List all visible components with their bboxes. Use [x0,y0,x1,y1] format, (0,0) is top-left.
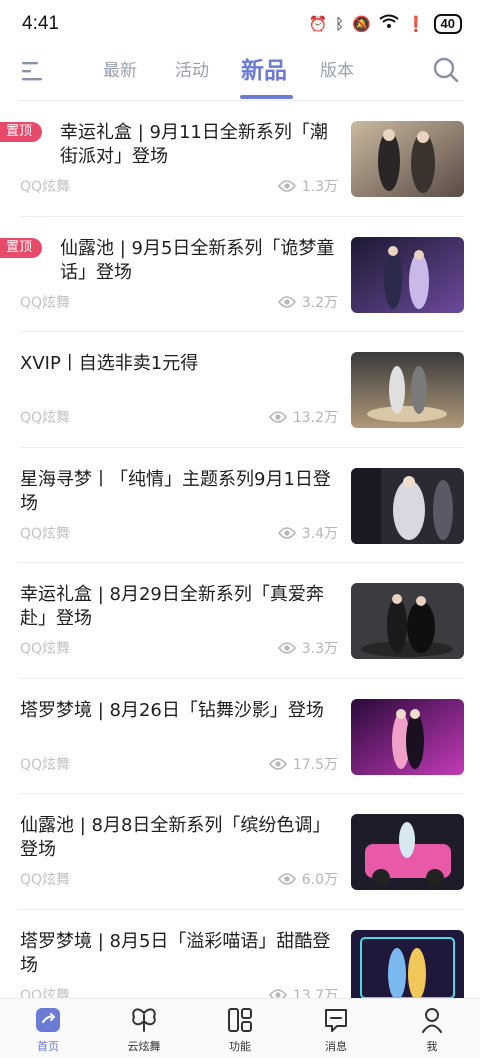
item-title: 塔罗梦境 | 8月5日「溢彩喵语」甜酷登场 [20,930,331,976]
item-title: 星海寻梦丨「纯情」主题系列9月1日登场 [20,468,331,514]
status-bar: 4:41 ⏰ ᛒ 🔕 ❗ 40 [0,0,480,48]
list-item[interactable]: 仙露池 | 8月8日全新系列「缤纷色调」登场 QQ炫舞 6.0万 [18,794,464,910]
thumbnail-image [351,814,464,890]
list-item[interactable]: 塔罗梦境 | 8月26日「钻舞沙影」登场 QQ炫舞 17.5万 [18,679,464,794]
view-count: 6.0万 [301,872,338,888]
item-source: QQ炫舞 [20,294,71,311]
nav-features-label: 功能 [229,1040,251,1053]
nav-features[interactable]: 功能 [192,999,288,1058]
message-icon [325,1009,347,1032]
news-list: 置顶 幸运礼盒 | 9月11日全新系列「潮街派对」登场 QQ炫舞 1.3万 置顶… [0,101,480,998]
eye-icon [277,295,296,308]
item-title: 塔罗梦境 | 8月26日「钻舞沙影」登场 [20,699,324,721]
item-title: 幸运礼盒 | 9月11日全新系列「潮街派对」登场 [60,122,328,167]
item-views: 17.5万 [268,754,338,774]
butterfly-icon [132,1008,156,1032]
eye-icon [277,180,296,192]
tab-version[interactable]: 版本 [320,56,354,81]
item-views: 3.4万 [277,523,338,543]
eye-icon [268,988,287,998]
thumbnail-image [351,698,464,775]
mute-icon: 🔕 [352,15,371,33]
view-count: 3.3万 [301,641,338,657]
view-count: 3.2万 [301,294,338,311]
thumbnail-image [351,352,464,428]
tab-events[interactable]: 活动 [175,56,209,81]
active-tab-indicator [240,95,293,99]
eye-icon [268,411,287,423]
nav-profile-label: 我 [426,1040,438,1053]
item-title: 仙露池 | 9月5日全新系列「诡梦童话」登场 [60,237,335,283]
item-source: QQ炫舞 [20,525,71,542]
tab-bar: 最新 活动 新品 版本 [0,48,480,100]
nav-profile[interactable]: 我 [384,999,480,1058]
battery-icon: 40 [433,14,462,34]
item-title: XVIP丨自选非卖1元得 [20,353,199,374]
item-title: 幸运礼盒 | 8月29日全新系列「真爱奔赴」登场 [20,584,324,629]
tab-new-products[interactable]: 新品 [241,51,287,85]
eye-icon [268,757,287,770]
pinned-badge: 置顶 [0,122,43,142]
list-item[interactable]: 幸运礼盒 | 8月29日全新系列「真爱奔赴」登场 QQ炫舞 3.3万 [18,563,464,679]
item-source: QQ炫舞 [20,179,71,195]
nav-messages[interactable]: 消息 [288,999,384,1058]
list-item[interactable]: 塔罗梦境 | 8月5日「溢彩喵语」甜酷登场 QQ炫舞 13.7万 [18,910,464,999]
status-time: 4:41 [22,13,59,34]
bluetooth-icon: ᛒ [335,15,345,33]
item-views: 13.7万 [268,985,338,999]
pinned-badge: 置顶 [0,237,43,258]
nav-home-label: 首页 [37,1040,59,1053]
thumbnail-image [351,929,464,998]
item-views: 13.2万 [268,407,338,427]
item-source: QQ炫舞 [20,641,71,657]
item-views: 3.2万 [277,292,338,312]
header: 最新 活动 新品 版本 [0,48,480,100]
search-icon[interactable] [432,56,460,84]
nav-home[interactable]: 首页 [0,999,96,1058]
item-views: 3.3万 [277,638,338,658]
eye-icon [277,642,296,654]
list-item[interactable]: 星海寻梦丨「纯情」主题系列9月1日登场 QQ炫舞 3.4万 [18,448,464,563]
item-source: QQ炫舞 [20,987,71,999]
list-item[interactable]: 置顶 仙露池 | 9月5日全新系列「诡梦童话」登场 QQ炫舞 3.2万 [0,217,464,332]
bottom-nav: 首页 云炫舞 功能 消息 我 [0,998,480,1058]
wifi-icon [379,14,399,34]
item-views: 6.0万 [277,869,338,889]
view-count: 3.4万 [301,525,338,542]
item-source: QQ炫舞 [20,756,71,773]
view-count: 17.5万 [292,756,338,773]
thumbnail-image [351,236,464,313]
view-count: 1.3万 [301,179,338,195]
nav-cloud-dance-label: 云炫舞 [127,1040,161,1053]
item-views: 1.3万 [277,176,338,196]
home-icon [36,1008,60,1032]
thumbnail-image [351,121,464,197]
eye-icon [277,873,296,885]
grid-icon [228,1008,252,1032]
item-title: 仙露池 | 8月8日全新系列「缤纷色调」登场 [20,815,331,860]
profile-icon [422,1008,442,1033]
list-item[interactable]: XVIP丨自选非卖1元得 QQ炫舞 13.2万 [18,332,464,448]
eye-icon [277,526,296,539]
item-source: QQ炫舞 [20,872,71,888]
tab-latest[interactable]: 最新 [103,56,137,81]
item-source: QQ炫舞 [20,410,71,426]
nav-cloud-dance[interactable]: 云炫舞 [96,999,192,1058]
nav-messages-label: 消息 [325,1040,347,1053]
alarm-icon: ⏰ [308,15,328,33]
thumbnail-image [351,583,464,659]
thumbnail-image [351,467,464,544]
status-icons: ⏰ ᛒ 🔕 ❗ 40 [308,14,462,34]
view-count: 13.2万 [292,410,338,426]
alert-icon: ❗ [406,15,426,33]
view-count: 13.7万 [292,987,338,999]
list-item[interactable]: 置顶 幸运礼盒 | 9月11日全新系列「潮街派对」登场 QQ炫舞 1.3万 [0,101,464,217]
